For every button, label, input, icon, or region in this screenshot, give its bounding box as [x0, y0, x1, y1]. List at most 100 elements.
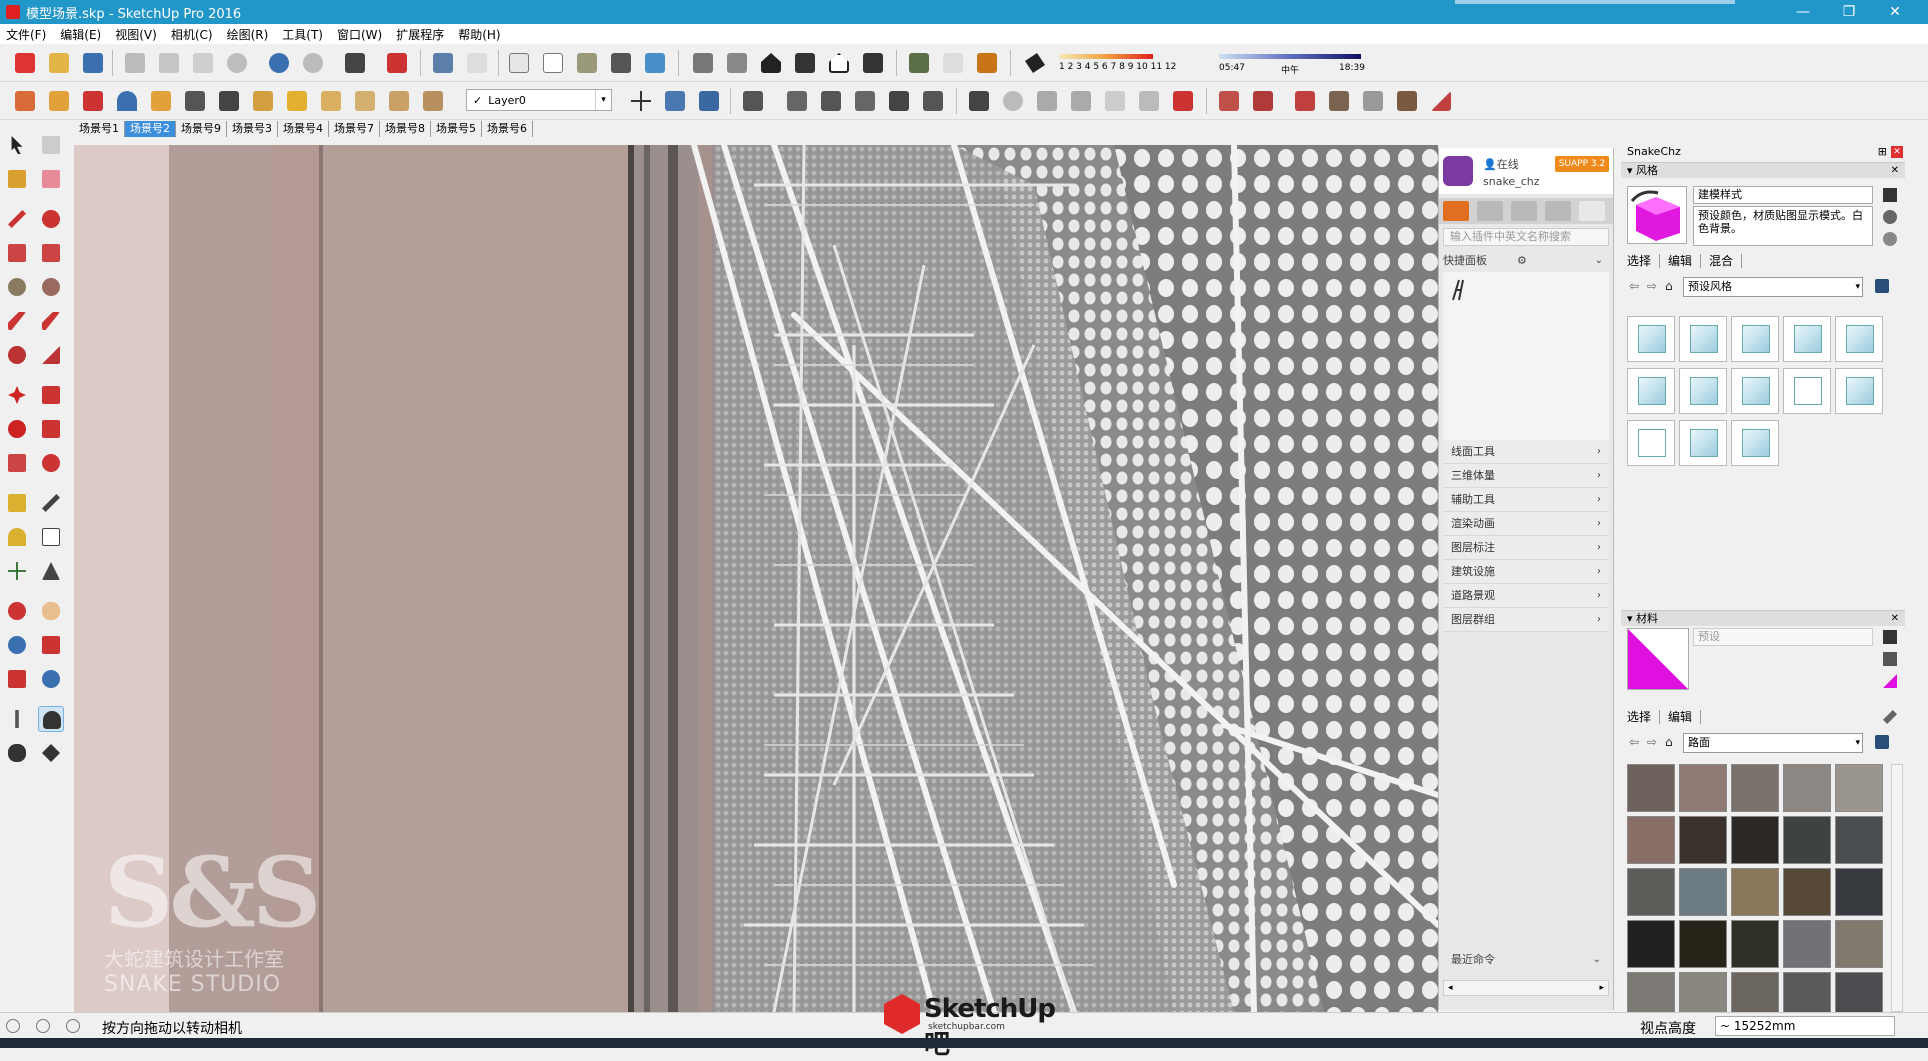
3d-warehouse-button[interactable]	[906, 50, 932, 76]
suapp-tool-5[interactable]	[148, 88, 174, 114]
zoom-tool-button[interactable]	[4, 632, 30, 658]
material-swatch[interactable]	[1783, 920, 1831, 968]
user-icon[interactable]	[66, 1019, 80, 1033]
section-plane-button[interactable]	[662, 88, 688, 114]
material-swatch[interactable]	[1679, 868, 1727, 916]
erase-button[interactable]	[224, 50, 250, 76]
tab-scene-active[interactable]: 场景号2	[125, 121, 176, 137]
forward-icon[interactable]: ⇨	[1647, 735, 1657, 749]
category-road-landscape[interactable]: 道路景观 ›	[1443, 584, 1609, 608]
follow-me-tool-button[interactable]	[38, 416, 64, 442]
shadow-time-slider[interactable]: 05:47 中午 18:39	[1215, 50, 1365, 78]
forward-icon[interactable]: ⇨	[1647, 279, 1657, 293]
download-icon[interactable]	[1477, 201, 1503, 221]
shadows-toggle-button[interactable]	[1022, 50, 1048, 76]
close-icon[interactable]: ✕	[1891, 611, 1899, 627]
new-model-button[interactable]	[12, 50, 38, 76]
scale-tool-button[interactable]	[4, 450, 30, 476]
rotate-tool-button[interactable]	[4, 416, 30, 442]
suapp-tool-10[interactable]	[318, 88, 344, 114]
suapp-tool-9[interactable]	[284, 88, 310, 114]
measurements-input[interactable]: ~ 15252mm	[1715, 1016, 1895, 1036]
solid-tool-1[interactable]	[966, 88, 992, 114]
menu-view[interactable]: 视图(V)	[115, 26, 157, 43]
category-line-face-tools[interactable]: 线面工具 ›	[1443, 440, 1609, 464]
styles-section-header[interactable]: ▾ 风格 ✕	[1621, 162, 1905, 178]
component-button-4[interactable]	[852, 88, 878, 114]
tape-measure-tool-button[interactable]	[4, 490, 30, 516]
component-tool-button[interactable]	[38, 132, 64, 158]
category-layer-group[interactable]: 图层群组 ›	[1443, 608, 1609, 632]
style-thumbnail[interactable]	[1731, 420, 1779, 466]
menu-camera[interactable]: 相机(C)	[171, 26, 213, 43]
styles-collection-dropdown[interactable]: 预设风格 ▾	[1683, 277, 1863, 297]
material-swatch[interactable]	[1835, 920, 1883, 968]
left-view-button[interactable]	[860, 50, 886, 76]
undo-button[interactable]	[266, 50, 292, 76]
protractor-tool-button[interactable]	[4, 524, 30, 550]
category-helper-tools[interactable]: 辅助工具 ›	[1443, 488, 1609, 512]
push-pull-tool-button[interactable]	[38, 382, 64, 408]
material-swatch[interactable]	[1783, 868, 1831, 916]
scroll-right-icon[interactable]: ▸	[1599, 981, 1604, 995]
maximize-button[interactable]: ❐	[1826, 0, 1872, 24]
style-thumbnail[interactable]	[1627, 316, 1675, 362]
sandbox-tool-2[interactable]	[1250, 88, 1276, 114]
material-swatch[interactable]	[1731, 816, 1779, 864]
shaded-button[interactable]	[574, 50, 600, 76]
menu-file[interactable]: 文件(F)	[6, 26, 46, 43]
style-thumbnail[interactable]	[1731, 316, 1779, 362]
share-model-button[interactable]	[940, 50, 966, 76]
plugin-search-input[interactable]: 输入插件中英文名称搜索	[1443, 228, 1609, 246]
layer-dropdown[interactable]: ✓ Layer0 ▾	[466, 89, 612, 111]
material-swatch[interactable]	[1627, 868, 1675, 916]
style-thumbnail[interactable]	[1731, 368, 1779, 414]
style-thumbnail[interactable]	[1679, 420, 1727, 466]
front-view-button[interactable]	[758, 50, 784, 76]
component-button-5[interactable]	[886, 88, 912, 114]
category-layer-annotation[interactable]: 图层标注 ›	[1443, 536, 1609, 560]
suapp-tool-11[interactable]	[352, 88, 378, 114]
material-swatch[interactable]	[1679, 920, 1727, 968]
close-button[interactable]: ✕	[1872, 0, 1918, 24]
menu-edit[interactable]: 编辑(E)	[60, 26, 101, 43]
close-icon[interactable]: ✕	[1891, 163, 1899, 179]
pin-icon[interactable]: ⊞	[1878, 144, 1887, 160]
material-lock-icon[interactable]	[1883, 630, 1897, 644]
back-edges-button[interactable]	[464, 50, 490, 76]
style-thumbnail[interactable]	[1627, 420, 1675, 466]
solid-tool-7[interactable]	[1170, 88, 1196, 114]
refresh-icon[interactable]	[1883, 232, 1897, 246]
style-thumbnail[interactable]	[1783, 368, 1831, 414]
circle-tool-button[interactable]	[4, 274, 30, 300]
paint-bucket-tool-button[interactable]	[4, 166, 30, 192]
material-swatch[interactable]	[1835, 868, 1883, 916]
sandbox-tool-6[interactable]	[1394, 88, 1420, 114]
material-swatch[interactable]	[1731, 868, 1779, 916]
tab-materials-edit[interactable]: 编辑	[1668, 710, 1702, 724]
style-thumbnail[interactable]	[1627, 368, 1675, 414]
material-swatch[interactable]	[1835, 764, 1883, 812]
tab-materials-select[interactable]: 选择	[1627, 710, 1661, 724]
tab-scene[interactable]: 场景号6	[482, 121, 533, 137]
gear-icon[interactable]: ⚙	[1517, 250, 1527, 272]
wireframe-button[interactable]	[506, 50, 532, 76]
solid-tool-5[interactable]	[1102, 88, 1128, 114]
top-view-button[interactable]	[724, 50, 750, 76]
solid-tool-4[interactable]	[1068, 88, 1094, 114]
save-button[interactable]	[80, 50, 106, 76]
drawing-viewport[interactable]: S&S 大蛇建筑设计工作室 SNAKE STUDIO	[74, 145, 1438, 1012]
section-plane-tool-button[interactable]	[38, 740, 64, 766]
select-tool-button[interactable]	[4, 132, 30, 158]
iso-view-button[interactable]	[690, 50, 716, 76]
solid-tool-6[interactable]	[1136, 88, 1162, 114]
move-tool-button[interactable]	[4, 382, 30, 408]
suapp-tool-4[interactable]	[114, 88, 140, 114]
material-swatch[interactable]	[1679, 764, 1727, 812]
material-swatch[interactable]	[1783, 816, 1831, 864]
xray-button[interactable]	[430, 50, 456, 76]
text-tool-button[interactable]	[38, 524, 64, 550]
suapp-tool-8[interactable]	[250, 88, 276, 114]
axes-button[interactable]	[628, 88, 654, 114]
suapp-tool-12[interactable]	[386, 88, 412, 114]
